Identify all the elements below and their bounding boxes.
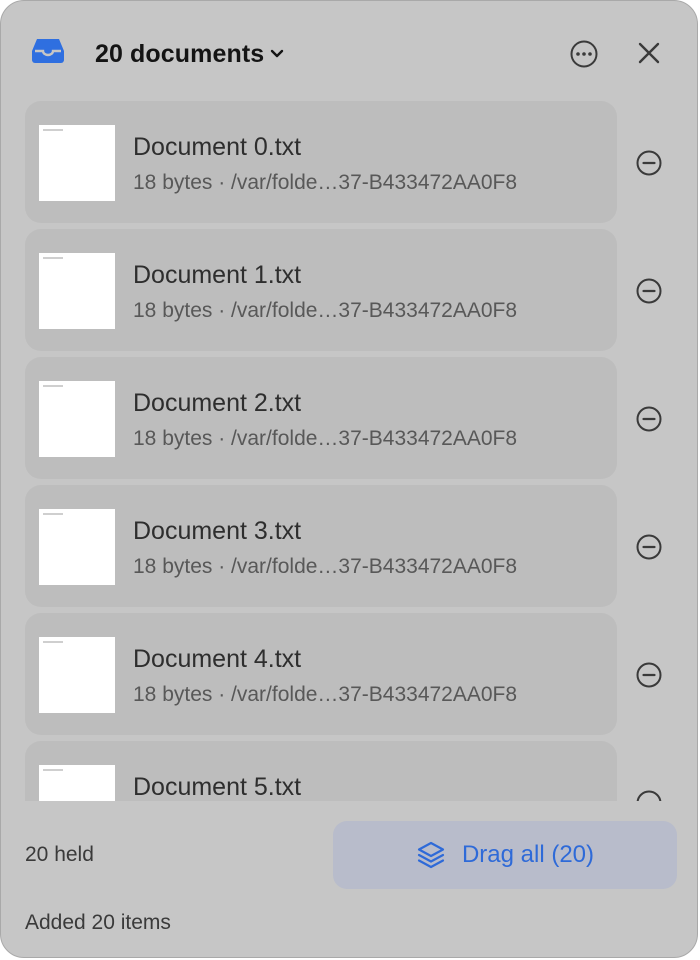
document-thumbnail [39, 125, 115, 201]
remove-circle-icon[interactable] [635, 405, 663, 433]
document-thumbnail [39, 381, 115, 457]
header: 20 documents [1, 1, 697, 101]
document-row[interactable]: Document 5.txt [25, 741, 617, 801]
document-meta: 18 bytes · /var/folde…37-B433472AA0F8 [133, 427, 518, 450]
close-icon[interactable] [635, 39, 663, 67]
document-thumbnail [39, 765, 115, 801]
document-meta: 18 bytes · /var/folde…37-B433472AA0F8 [133, 299, 518, 322]
remove-circle-icon[interactable] [635, 149, 663, 177]
chevron-down-icon [271, 49, 284, 58]
document-row[interactable]: Document 3.txt 18 bytes · /var/folde…37-… [25, 485, 617, 607]
status-text: Added 20 items [25, 911, 171, 934]
tray-icon [32, 39, 64, 63]
document-name: Document 1.txt [133, 261, 302, 289]
stack-icon [417, 841, 445, 869]
document-row[interactable]: Document 0.txt 18 bytes · /var/folde…37-… [25, 101, 617, 223]
document-meta: 18 bytes · /var/folde…37-B433472AA0F8 [133, 683, 518, 706]
held-count: 20 held [25, 843, 94, 866]
document-row[interactable]: Document 1.txt 18 bytes · /var/folde…37-… [25, 229, 617, 351]
document-name: Document 2.txt [133, 389, 302, 417]
document-name: Document 4.txt [133, 645, 302, 673]
document-meta: 18 bytes · /var/folde…37-B433472AA0F8 [133, 171, 518, 194]
documents-title-dropdown[interactable]: 20 documents [95, 37, 284, 71]
document-name: Document 3.txt [133, 517, 302, 545]
drag-all-button[interactable]: Drag all (20) [333, 821, 677, 889]
document-thumbnail [39, 253, 115, 329]
more-options-icon[interactable] [569, 39, 599, 69]
document-meta: 18 bytes · /var/folde…37-B433472AA0F8 [133, 555, 518, 578]
remove-circle-icon[interactable] [635, 789, 663, 801]
document-thumbnail [39, 509, 115, 585]
drag-all-label: Drag all (20) [461, 841, 595, 868]
page-title: 20 documents [95, 39, 265, 68]
document-list[interactable]: Document 0.txt 18 bytes · /var/folde…37-… [1, 101, 697, 801]
document-name: Document 0.txt [133, 133, 302, 161]
remove-circle-icon[interactable] [635, 277, 663, 305]
shelf-window: 20 documents Document 0.txt 18 bytes · /… [0, 0, 698, 958]
document-name: Document 5.txt [133, 773, 302, 801]
document-row[interactable]: Document 4.txt 18 bytes · /var/folde…37-… [25, 613, 617, 735]
remove-circle-icon[interactable] [635, 661, 663, 689]
remove-circle-icon[interactable] [635, 533, 663, 561]
document-row[interactable]: Document 2.txt 18 bytes · /var/folde…37-… [25, 357, 617, 479]
document-thumbnail [39, 637, 115, 713]
